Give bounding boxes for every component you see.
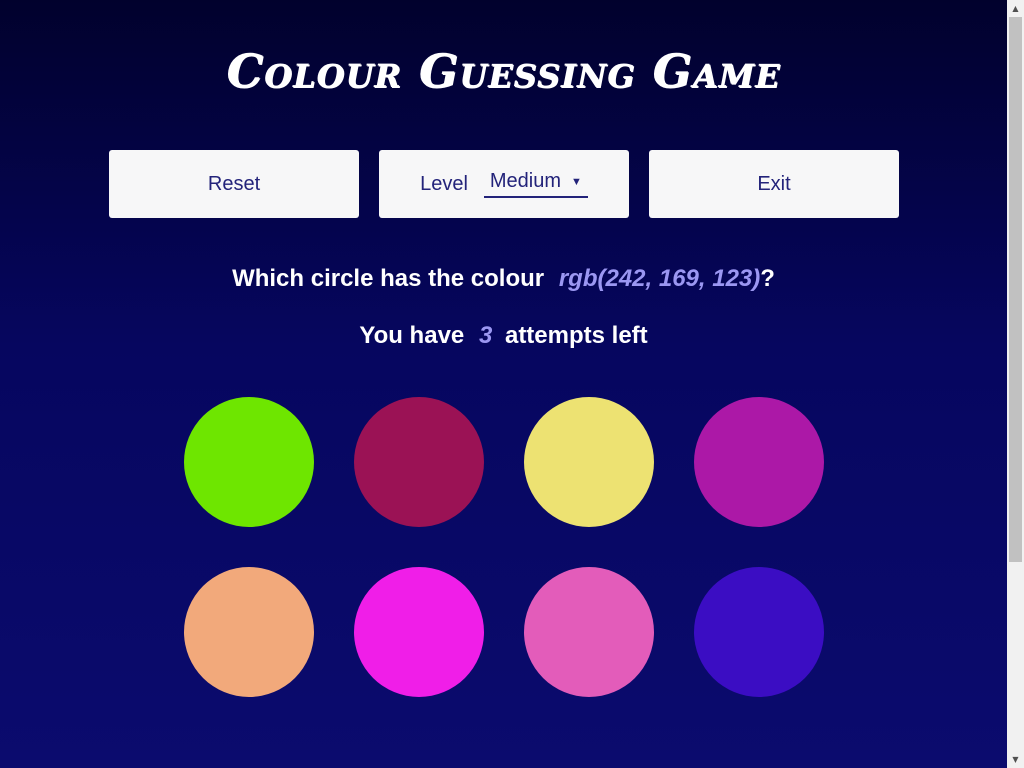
attempts-prefix: You have [359,322,471,349]
colour-circle-7[interactable] [524,567,654,697]
colour-circle-4[interactable] [694,397,824,527]
level-control: Level Medium ▼ [379,150,629,218]
game-page: Colour Guessing Game Reset Level Medium … [0,0,1007,768]
page-title: Colour Guessing Game [226,44,781,98]
question-prefix: Which circle has the colour [232,265,551,292]
controls-bar: Reset Level Medium ▼ Exit [109,150,899,218]
colour-circle-2[interactable] [354,397,484,527]
attempts-suffix: attempts left [498,322,648,349]
scroll-thumb[interactable] [1009,17,1022,562]
level-label: Level [420,172,468,195]
colour-circle-3[interactable] [524,397,654,527]
level-select-value: Medium [489,170,562,192]
question-text: Which circle has the colour rgb(242, 169… [0,265,1007,293]
chevron-down-icon: ▼ [571,175,582,188]
reset-button[interactable]: Reset [109,150,359,218]
target-rgb: rgb(242, 169, 123) [558,265,761,292]
vertical-scrollbar[interactable]: ▲ ▼ [1007,0,1024,768]
scroll-up-arrow-icon[interactable]: ▲ [1007,0,1024,17]
colour-circle-1[interactable] [184,397,314,527]
attempts-text: You have 3 attempts left [0,322,1007,350]
question-suffix: ? [760,265,775,292]
colour-circle-8[interactable] [694,567,824,697]
circle-grid [184,397,824,697]
attempts-count: 3 [478,322,493,349]
colour-circle-5[interactable] [184,567,314,697]
level-select[interactable]: Medium ▼ [483,170,588,198]
exit-button[interactable]: Exit [649,150,899,218]
scroll-down-arrow-icon[interactable]: ▼ [1007,751,1024,768]
colour-circle-6[interactable] [354,567,484,697]
